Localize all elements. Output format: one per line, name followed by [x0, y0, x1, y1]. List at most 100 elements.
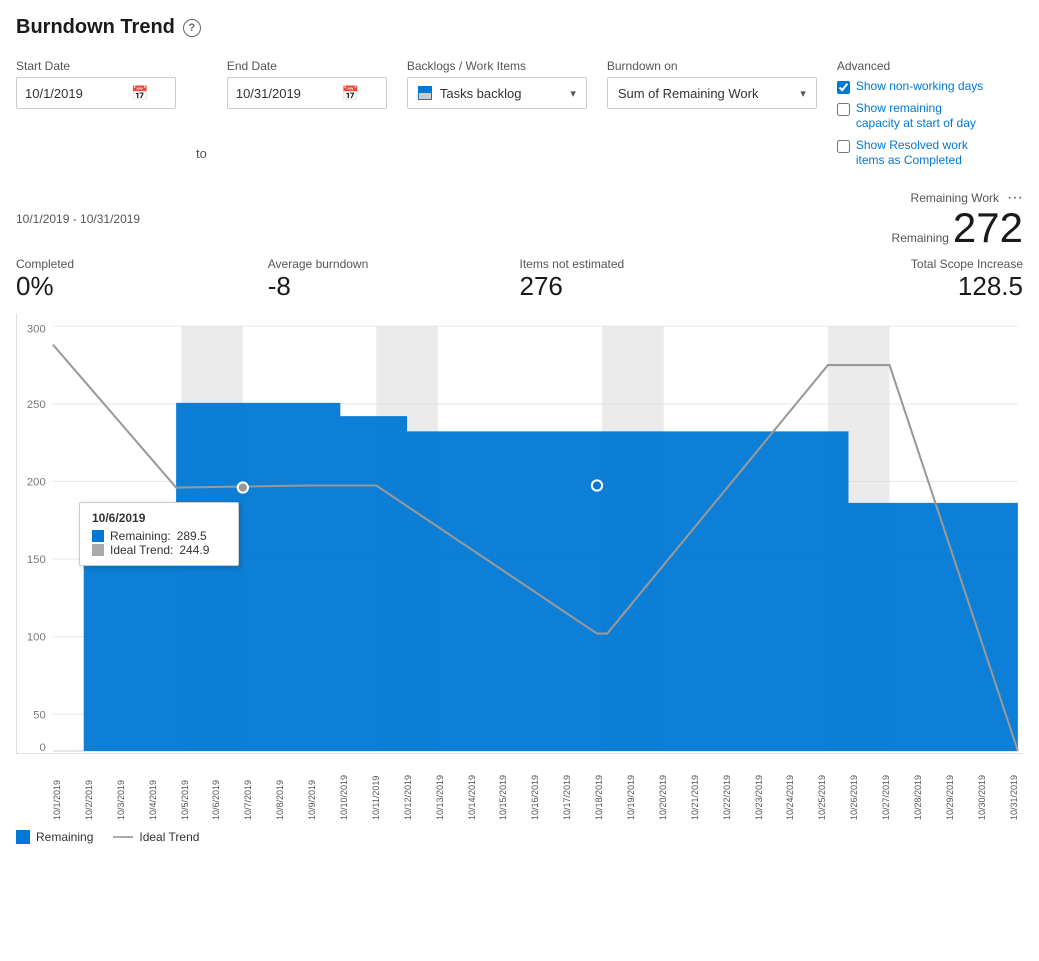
svg-text:100: 100 [27, 632, 46, 644]
x-axis-label: 10/18/2019 [594, 760, 604, 820]
burndown-value: Sum of Remaining Work [618, 86, 759, 101]
backlogs-group: Backlogs / Work Items Tasks backlog ▾ [407, 59, 587, 109]
x-axis-label: 10/16/2019 [530, 760, 540, 820]
start-date-group: Start Date 📅 [16, 59, 176, 109]
backlogs-label: Backlogs / Work Items [407, 59, 587, 73]
legend-ideal-trend-label: Ideal Trend [139, 830, 199, 844]
checkbox2[interactable] [837, 103, 850, 116]
x-axis-labels: 10/1/201910/2/201910/3/201910/4/201910/5… [16, 758, 1023, 822]
end-date-input[interactable] [236, 86, 336, 101]
remaining-work-value: 272 [953, 207, 1023, 249]
x-axis-label: 10/30/2019 [977, 760, 987, 820]
svg-text:150: 150 [27, 554, 46, 566]
tooltip-ideal-label: Ideal Trend: [110, 543, 173, 557]
tooltip-ideal-row: Ideal Trend: 244.9 [92, 543, 226, 557]
page-title: Burndown Trend [16, 16, 175, 39]
legend-remaining: Remaining [16, 830, 93, 844]
items-not-estimated-value: 276 [520, 271, 772, 302]
tooltip-remaining-swatch [92, 530, 104, 542]
x-axis-label: 10/3/2019 [116, 760, 126, 820]
avg-burndown-value: -8 [268, 271, 520, 302]
tooltip-remaining-value: 289.5 [177, 529, 207, 543]
x-axis-label: 10/4/2019 [148, 760, 158, 820]
legend-remaining-swatch [16, 830, 30, 844]
end-date-group: End Date 📅 [227, 59, 387, 109]
legend-ideal-line [113, 836, 133, 838]
x-axis-label: 10/11/2019 [371, 760, 381, 820]
svg-text:200: 200 [27, 477, 46, 489]
help-icon[interactable]: ? [183, 19, 201, 37]
x-axis-label: 10/6/2019 [211, 760, 221, 820]
x-axis-label: 10/20/2019 [658, 760, 668, 820]
to-label: to [196, 146, 207, 161]
x-axis-label: 10/7/2019 [243, 760, 253, 820]
x-axis-label: 10/26/2019 [849, 760, 859, 820]
x-axis-label: 10/23/2019 [754, 760, 764, 820]
x-axis-label: 10/1/2019 [52, 760, 62, 820]
calendar-icon-end[interactable]: 📅 [342, 85, 359, 102]
remaining-sub-label: Remaining [892, 231, 949, 245]
x-axis-label: 10/25/2019 [817, 760, 827, 820]
x-axis-label: 10/21/2019 [690, 760, 700, 820]
checkbox3-label[interactable]: Show Resolved work items as Completed [856, 138, 986, 169]
tasks-icon [418, 86, 432, 100]
backlogs-dropdown[interactable]: Tasks backlog ▾ [407, 77, 587, 109]
x-axis-label: 10/17/2019 [562, 760, 572, 820]
end-date-label: End Date [227, 59, 387, 73]
tooltip-box: 10/6/2019 Remaining: 289.5 Ideal Trend: … [79, 502, 239, 566]
checkbox2-label[interactable]: Show remaining capacity at start of day [856, 101, 986, 132]
tooltip-remaining-label: Remaining: [110, 529, 171, 543]
items-not-estimated-label: Items not estimated [520, 257, 772, 271]
advanced-group: Advanced Show non-working days Show rema… [837, 59, 986, 169]
checkbox3-row: Show Resolved work items as Completed [837, 138, 986, 169]
checkbox3[interactable] [837, 140, 850, 153]
svg-text:0: 0 [39, 742, 45, 753]
backlogs-value: Tasks backlog [440, 86, 522, 101]
x-axis-label: 10/24/2019 [785, 760, 795, 820]
stats-row: Completed 0% Average burndown -8 Items n… [16, 257, 1023, 306]
completed-stat: Completed 0% [16, 257, 268, 302]
tooltip-remaining-row: Remaining: 289.5 [92, 529, 226, 543]
x-axis-label: 10/8/2019 [275, 760, 285, 820]
tooltip-date: 10/6/2019 [92, 511, 226, 525]
x-axis-label: 10/28/2019 [913, 760, 923, 820]
svg-text:300: 300 [27, 323, 46, 335]
x-axis-label: 10/13/2019 [435, 760, 445, 820]
start-date-input-wrapper[interactable]: 📅 [16, 77, 176, 109]
checkbox1-row: Show non-working days [837, 79, 986, 95]
burndown-arrow-icon: ▾ [800, 87, 806, 100]
x-axis-label: 10/10/2019 [339, 760, 349, 820]
date-range-bar: 10/1/2019 - 10/31/2019 Remaining Work ··… [16, 185, 1023, 253]
end-date-input-wrapper[interactable]: 📅 [227, 77, 387, 109]
tooltip-ideal-value: 244.9 [179, 543, 209, 557]
checkbox2-row: Show remaining capacity at start of day [837, 101, 986, 132]
svg-text:50: 50 [33, 709, 46, 721]
page-title-row: Burndown Trend ? [16, 16, 1023, 39]
x-axis-label: 10/5/2019 [180, 760, 190, 820]
controls-row: Start Date 📅 to End Date 📅 Backlogs / Wo… [16, 59, 1023, 169]
chart-container: 300 250 200 150 100 50 0 [16, 314, 1023, 754]
date-range-text: 10/1/2019 - 10/31/2019 [16, 212, 140, 226]
x-axis-label: 10/19/2019 [626, 760, 636, 820]
completed-value: 0% [16, 271, 268, 302]
total-scope-value: 128.5 [771, 271, 1023, 302]
x-axis-label: 10/14/2019 [467, 760, 477, 820]
total-scope-stat: Total Scope Increase 128.5 [771, 257, 1023, 302]
start-date-label: Start Date [16, 59, 176, 73]
checkbox1-label[interactable]: Show non-working days [856, 79, 983, 95]
avg-burndown-label: Average burndown [268, 257, 520, 271]
remaining-work-summary: Remaining Work ··· Remaining 272 [892, 189, 1023, 249]
burndown-label: Burndown on [607, 59, 817, 73]
x-axis-label: 10/27/2019 [881, 760, 891, 820]
tooltip-ideal-swatch [92, 544, 104, 556]
burndown-dropdown[interactable]: Sum of Remaining Work ▾ [607, 77, 817, 109]
avg-burndown-stat: Average burndown -8 [268, 257, 520, 302]
x-axis-label: 10/9/2019 [307, 760, 317, 820]
start-date-input[interactable] [25, 86, 125, 101]
total-scope-label: Total Scope Increase [771, 257, 1023, 271]
legend-ideal-trend: Ideal Trend [113, 830, 199, 844]
calendar-icon-start[interactable]: 📅 [131, 85, 148, 102]
legend-remaining-label: Remaining [36, 830, 93, 844]
checkbox1[interactable] [837, 81, 850, 94]
remaining-work-label: Remaining Work [911, 191, 999, 205]
